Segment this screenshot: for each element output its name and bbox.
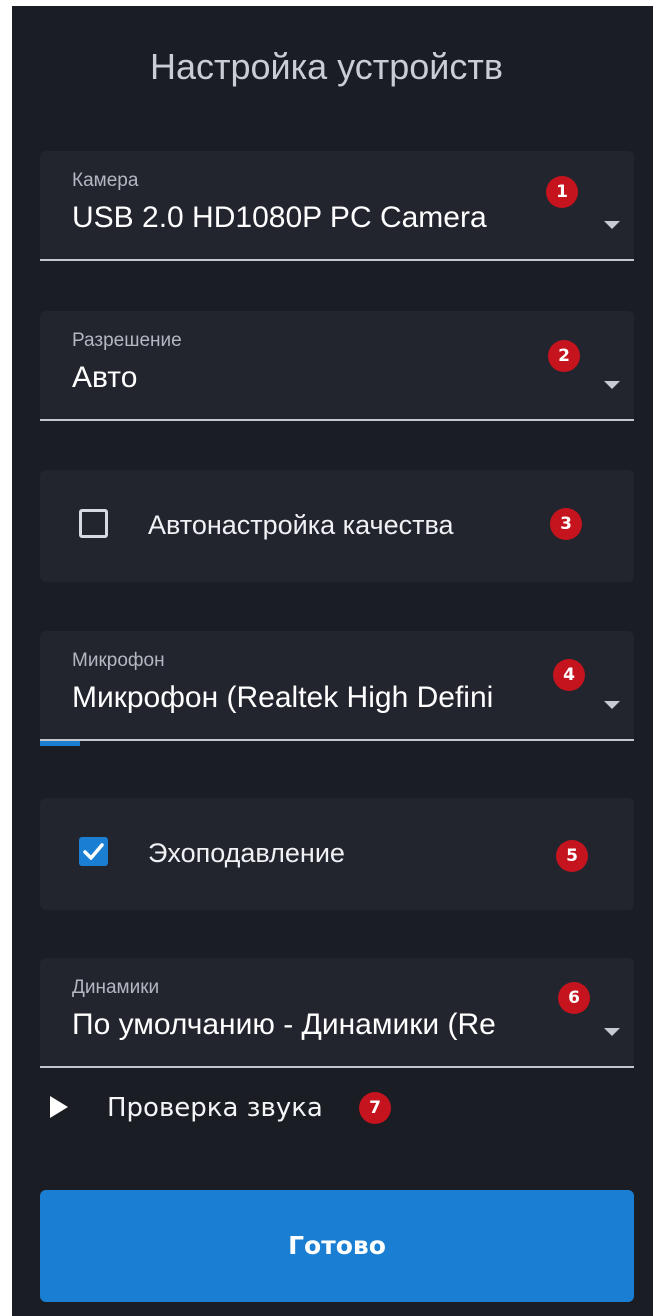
chevron-down-icon (604, 701, 620, 709)
microphone-label: Микрофон (72, 650, 165, 671)
camera-label: Камера (72, 170, 139, 191)
auto-quality-label: Автонастройка качества (148, 510, 454, 540)
annotation-badge-1: 1 (546, 176, 578, 208)
camera-select[interactable]: Камера USB 2.0 HD1080P PC Camera (40, 151, 634, 261)
echo-cancel-label: Эхоподавление (148, 838, 345, 868)
microphone-value: Микрофон (Realtek High Defini (72, 681, 494, 714)
annotation-badge-5: 5 (556, 840, 588, 872)
chevron-down-icon (604, 381, 620, 389)
speakers-label: Динамики (72, 977, 160, 998)
sound-test-label: Проверка звука (107, 1093, 323, 1123)
annotation-badge-6: 6 (558, 982, 590, 1014)
annotation-badge-3: 3 (550, 508, 582, 540)
resolution-label: Разрешение (72, 330, 182, 351)
speakers-value: По умолчанию - Динамики (Re (72, 1008, 496, 1041)
speakers-select[interactable]: Динамики По умолчанию - Динамики (Re (40, 958, 634, 1068)
camera-value: USB 2.0 HD1080P PC Camera (72, 201, 487, 234)
page-title: Настройка устройств (149, 46, 504, 87)
microphone-select[interactable]: Микрофон Микрофон (Realtek High Defini (40, 631, 634, 746)
auto-quality-checkbox[interactable] (79, 509, 108, 538)
resolution-value: Авто (72, 361, 138, 394)
echo-cancel-option[interactable]: Эхоподавление (40, 798, 634, 910)
chevron-down-icon (604, 1028, 620, 1036)
focus-indicator (40, 741, 80, 746)
resolution-select[interactable]: Разрешение Авто (40, 311, 634, 421)
checkmark-icon (83, 843, 104, 860)
annotation-badge-7: 7 (359, 1092, 391, 1124)
chevron-down-icon (604, 221, 620, 229)
auto-quality-option[interactable]: Автонастройка качества (40, 470, 634, 582)
annotation-badge-4: 4 (553, 659, 585, 691)
annotation-badge-2: 2 (548, 340, 580, 372)
page: Настройка устройств Камера USB 2.0 HD108… (0, 0, 653, 1316)
echo-cancel-checkbox[interactable] (79, 837, 108, 866)
done-button[interactable]: Готово (40, 1190, 634, 1302)
play-icon (50, 1096, 68, 1118)
